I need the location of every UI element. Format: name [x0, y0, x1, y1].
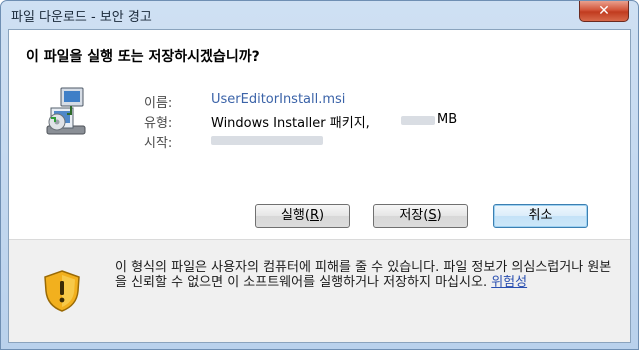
security-warning-text: 이 형식의 파일은 사용자의 컴퓨터에 피해를 줄 수 있습니다. 파일 정보가… [115, 260, 620, 290]
run-access-key: R [309, 208, 319, 223]
title-bar[interactable]: 파일 다운로드 - 보안 경고 ✕ [1, 1, 638, 29]
run-label: 실행( [280, 208, 310, 223]
separator [9, 239, 630, 240]
run-paren: ) [318, 208, 325, 223]
cancel-button[interactable]: 취소 [493, 204, 588, 228]
risk-link[interactable]: 위험성 [491, 275, 527, 290]
file-info-panel: 이 파일을 실행 또는 저장하시겠습니까? 이름: UserEditorInst… [9, 30, 630, 239]
msi-installer-icon [46, 87, 86, 135]
redacted-source [211, 136, 323, 145]
run-button[interactable]: 실행(R) [255, 204, 350, 228]
save-access-key: S [428, 208, 437, 223]
save-button[interactable]: 저장(S) [373, 204, 468, 228]
warning-message: 이 형식의 파일은 사용자의 컴퓨터에 피해를 줄 수 있습니다. 파일 정보가… [115, 260, 612, 290]
dialog-body: 이 파일을 실행 또는 저장하시겠습니까? 이름: UserEditorInst… [8, 29, 631, 343]
close-icon: ✕ [598, 3, 610, 19]
download-dialog-window: 파일 다운로드 - 보안 경고 ✕ 이 파일을 실행 또는 저장하시겠습니까? … [0, 0, 639, 350]
save-paren: ) [436, 208, 442, 223]
window-title: 파일 다운로드 - 보안 경고 [11, 10, 152, 25]
name-label: 이름: [144, 96, 173, 111]
from-label: 시작: [144, 136, 173, 151]
redacted-size [401, 116, 435, 125]
save-label: 저장( [399, 208, 429, 223]
type-label: 유형: [144, 116, 173, 131]
file-name-value: UserEditorInstall.msi [211, 92, 346, 107]
file-type-value: Windows Installer 패키지, [211, 116, 370, 131]
size-unit: MB [437, 112, 458, 127]
close-button[interactable]: ✕ [579, 1, 629, 22]
warning-shield-icon [44, 270, 80, 312]
question-heading: 이 파일을 실행 또는 저장하시겠습니까? [26, 49, 260, 65]
